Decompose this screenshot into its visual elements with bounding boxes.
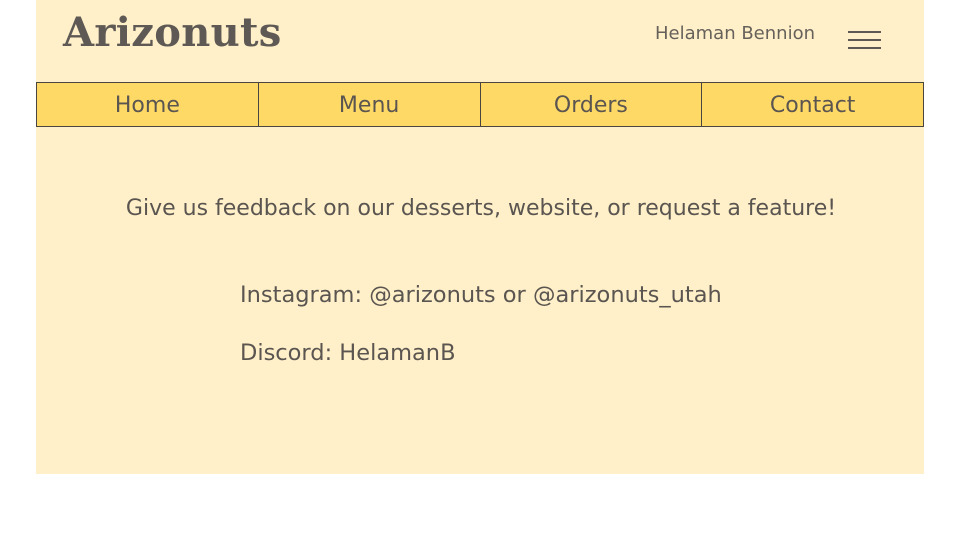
hamburger-line [848, 31, 881, 33]
site-logo-title[interactable]: Arizonuts [63, 7, 282, 59]
nav-item-menu[interactable]: Menu [258, 82, 481, 127]
user-name: Helaman Bennion [655, 23, 815, 44]
nav-item-home[interactable]: Home [36, 82, 259, 127]
page-container: Arizonuts Helaman Bennion Home Menu Orde… [36, 0, 924, 474]
feedback-intro-text: Give us feedback on our desserts, websit… [125, 196, 837, 221]
hamburger-line [848, 39, 881, 41]
nav-item-contact[interactable]: Contact [702, 82, 924, 127]
hamburger-line [848, 47, 881, 49]
site-header: Arizonuts Helaman Bennion [36, 0, 924, 82]
hamburger-menu-icon[interactable] [848, 29, 881, 51]
contact-content: Give us feedback on our desserts, websit… [36, 127, 924, 474]
instagram-contact: Instagram: @arizonuts or @arizonuts_utah [240, 282, 722, 308]
nav-item-label: Home [114, 93, 180, 118]
nav-item-orders[interactable]: Orders [480, 82, 703, 127]
nav-item-label: Orders [553, 93, 628, 118]
main-navigation: Home Menu Orders Contact [36, 82, 924, 127]
discord-contact: Discord: HelamanB [240, 340, 456, 366]
nav-item-label: Menu [338, 93, 400, 118]
nav-item-label: Contact [769, 93, 856, 118]
